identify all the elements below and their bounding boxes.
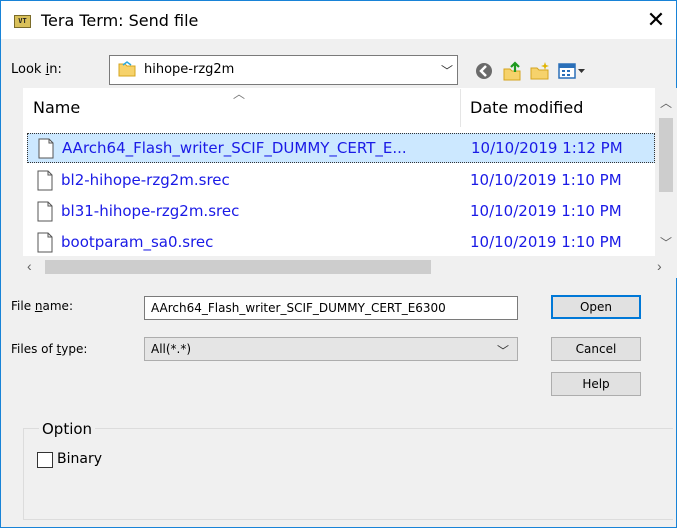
up-folder-icon[interactable] bbox=[501, 61, 523, 81]
file-icon bbox=[38, 138, 54, 159]
window-title: Tera Term: Send file bbox=[41, 11, 199, 30]
lookin-label: Look in: bbox=[11, 62, 62, 77]
close-button[interactable]: ✕ bbox=[636, 1, 676, 39]
file-name: bl2-hihope-rzg2m.srec bbox=[61, 171, 230, 189]
file-date: 10/10/2019 1:10 PM bbox=[470, 171, 622, 189]
binary-label[interactable]: Binary bbox=[57, 451, 102, 467]
cancel-button[interactable]: Cancel bbox=[551, 337, 641, 361]
new-folder-icon[interactable] bbox=[529, 61, 551, 81]
column-divider[interactable] bbox=[460, 89, 461, 127]
file-list[interactable]: ︿ Name Date modified AArch64_Flash_write… bbox=[23, 87, 677, 273]
vertical-scrollbar[interactable]: ︿ ﹀ bbox=[655, 88, 677, 256]
file-row[interactable]: AArch64_Flash_writer_SCIF_DUMMY_CERT_E..… bbox=[27, 133, 655, 163]
file-name: bootparam_sa0.srec bbox=[61, 233, 214, 251]
lookin-value: hihope-rzg2m bbox=[144, 62, 235, 77]
file-name: bl31-hihope-rzg2m.srec bbox=[61, 202, 240, 220]
lookin-combobox[interactable]: hihope-rzg2m ﹀ bbox=[109, 55, 458, 85]
close-icon: ✕ bbox=[646, 7, 666, 33]
sort-ascending-icon: ︿ bbox=[233, 87, 246, 101]
filetype-label: Files of type: bbox=[11, 342, 88, 356]
tera-term-icon: VT bbox=[14, 15, 31, 28]
scroll-thumb[interactable] bbox=[45, 260, 431, 274]
folder-icon bbox=[118, 61, 136, 77]
file-date: 10/10/2019 1:10 PM bbox=[470, 233, 622, 251]
option-group-title: Option bbox=[39, 420, 96, 438]
file-row[interactable]: bl2-hihope-rzg2m.srec 10/10/2019 1:10 PM bbox=[27, 166, 655, 196]
binary-checkbox[interactable] bbox=[37, 452, 53, 468]
back-icon[interactable] bbox=[473, 61, 495, 81]
file-name: AArch64_Flash_writer_SCIF_DUMMY_CERT_E..… bbox=[62, 139, 407, 157]
help-button[interactable]: Help bbox=[551, 372, 641, 396]
option-groupbox bbox=[23, 428, 673, 520]
file-date: 10/10/2019 1:10 PM bbox=[470, 202, 622, 220]
send-file-dialog: VT Tera Term: Send file ✕ Look in: hihop… bbox=[0, 0, 677, 528]
filetype-combobox[interactable]: All(*.*) ﹀ bbox=[144, 337, 518, 361]
file-icon bbox=[37, 170, 53, 191]
scroll-right-icon[interactable]: › bbox=[657, 258, 662, 274]
file-row[interactable]: bootparam_sa0.srec 10/10/2019 1:10 PM bbox=[27, 228, 655, 258]
horizontal-scrollbar[interactable]: ‹ › bbox=[23, 256, 677, 278]
filename-input[interactable]: AArch64_Flash_writer_SCIF_DUMMY_CERT_E63… bbox=[144, 296, 518, 320]
column-header-date[interactable]: Date modified bbox=[470, 89, 583, 127]
scroll-left-icon[interactable]: ‹ bbox=[27, 258, 32, 274]
scroll-thumb[interactable] bbox=[659, 118, 673, 192]
open-button[interactable]: Open bbox=[551, 295, 641, 319]
filename-label: File name: bbox=[11, 299, 73, 313]
column-header-name[interactable]: Name bbox=[33, 89, 80, 127]
chevron-down-icon: ﹀ bbox=[440, 64, 453, 78]
title-bar: VT Tera Term: Send file ✕ bbox=[1, 1, 676, 39]
scroll-up-icon[interactable]: ︿ bbox=[660, 94, 672, 111]
file-row[interactable]: bl31-hihope-rzg2m.srec 10/10/2019 1:10 P… bbox=[27, 197, 655, 227]
file-icon bbox=[37, 201, 53, 222]
scroll-down-icon[interactable]: ﹀ bbox=[660, 234, 672, 251]
file-icon bbox=[37, 232, 53, 253]
file-date: 10/10/2019 1:12 PM bbox=[471, 139, 623, 157]
view-menu-icon[interactable] bbox=[557, 61, 587, 81]
chevron-down-icon: ﹀ bbox=[496, 344, 509, 358]
